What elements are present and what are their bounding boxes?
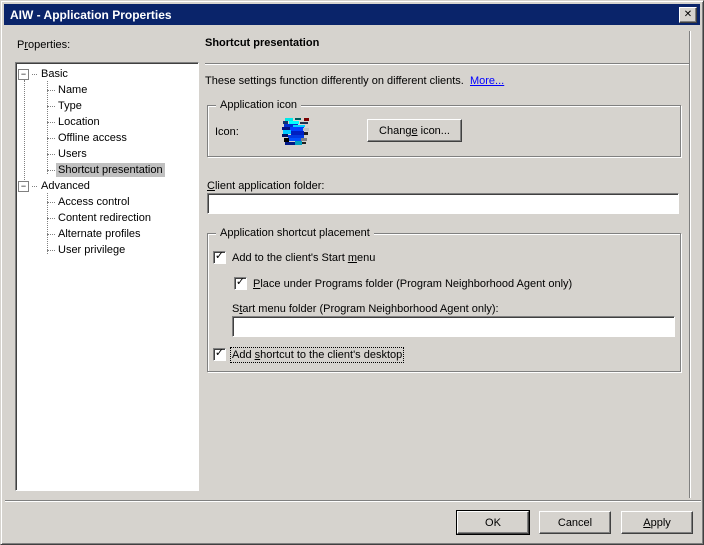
sidebar-item-advanced[interactable]: − Advanced bbox=[16, 178, 198, 194]
tree-dash bbox=[47, 138, 55, 139]
client-folder-field bbox=[207, 193, 679, 214]
sidebar-item-location[interactable]: Location bbox=[16, 114, 198, 130]
tree-dash bbox=[47, 202, 55, 203]
start-menu-folder-field bbox=[232, 316, 675, 337]
placement-group-title: Application shortcut placement bbox=[216, 227, 374, 239]
footer-divider bbox=[5, 500, 701, 502]
checkbox-place-under-programs[interactable]: ✓ Place under Programs folder (Program N… bbox=[234, 277, 572, 290]
checkbox-add-desktop-shortcut[interactable]: ✓ Add shortcut to the client's desktop bbox=[213, 348, 402, 361]
start-menu-folder-input[interactable] bbox=[234, 318, 673, 335]
client-folder-label: Client application folder: bbox=[207, 180, 324, 192]
properties-tree[interactable]: − Basic Name Type Location Offline acces… bbox=[15, 62, 199, 491]
sidebar-item-offline-access[interactable]: Offline access bbox=[16, 130, 198, 146]
apply-button[interactable]: Apply bbox=[621, 511, 693, 534]
icon-label: Icon: bbox=[215, 126, 239, 138]
client-folder-input[interactable] bbox=[209, 195, 677, 212]
application-properties-dialog: AIW - Application Properties ✕ Propertie… bbox=[0, 0, 704, 545]
sidebar-item-content-redirection[interactable]: Content redirection bbox=[16, 210, 198, 226]
tree-dash bbox=[47, 154, 55, 155]
sidebar-item-alternate-profiles[interactable]: Alternate profiles bbox=[16, 226, 198, 242]
tree-dash bbox=[47, 234, 55, 235]
window-title: AIW - Application Properties bbox=[10, 8, 679, 22]
tree-dash bbox=[47, 170, 55, 171]
panel-edge-divider bbox=[689, 31, 691, 498]
tree-dash bbox=[47, 122, 55, 123]
collapse-expander-icon[interactable]: − bbox=[18, 69, 29, 80]
sidebar-item-shortcut-presentation[interactable]: Shortcut presentation bbox=[16, 162, 198, 178]
sidebar-item-users[interactable]: Users bbox=[16, 146, 198, 162]
tree-dash bbox=[47, 250, 55, 251]
sidebar-item-access-control[interactable]: Access control bbox=[16, 194, 198, 210]
cancel-button[interactable]: Cancel bbox=[539, 511, 611, 534]
application-icon-group-title: Application icon bbox=[216, 99, 301, 111]
checkbox-place-under-programs-label: Place under Programs folder (Program Nei… bbox=[253, 278, 572, 290]
tree-dash bbox=[47, 106, 55, 107]
more-link[interactable]: More... bbox=[470, 75, 504, 87]
checkbox-checked-icon[interactable]: ✓ bbox=[213, 251, 226, 264]
checkbox-add-start-menu[interactable]: ✓ Add to the client's Start menu bbox=[213, 251, 375, 264]
checkbox-add-desktop-shortcut-label: Add shortcut to the client's desktop bbox=[232, 349, 402, 361]
checkbox-checked-icon[interactable]: ✓ bbox=[234, 277, 247, 290]
sidebar-item-type[interactable]: Type bbox=[16, 98, 198, 114]
application-icon bbox=[281, 117, 311, 147]
sidebar-item-basic[interactable]: − Basic bbox=[16, 66, 198, 82]
checkbox-add-start-menu-label: Add to the client's Start menu bbox=[232, 252, 375, 264]
collapse-expander-icon[interactable]: − bbox=[18, 181, 29, 192]
settings-note: These settings function differently on d… bbox=[205, 75, 504, 87]
header-divider bbox=[205, 63, 689, 65]
close-icon: ✕ bbox=[684, 10, 692, 20]
page-title: Shortcut presentation bbox=[205, 37, 319, 49]
tree-dash bbox=[32, 74, 37, 75]
sidebar-item-user-privilege[interactable]: User privilege bbox=[16, 242, 198, 258]
ok-button[interactable]: OK bbox=[457, 511, 529, 534]
checkbox-checked-icon[interactable]: ✓ bbox=[213, 348, 226, 361]
change-icon-button[interactable]: Change icon... bbox=[367, 119, 462, 142]
tree-dash bbox=[32, 186, 37, 187]
window-titlebar[interactable]: AIW - Application Properties ✕ bbox=[4, 4, 700, 25]
start-menu-folder-label: Start menu folder (Program Neighborhood … bbox=[232, 303, 499, 315]
properties-label: Properties: bbox=[17, 39, 70, 51]
tree-dash bbox=[47, 90, 55, 91]
sidebar-item-name[interactable]: Name bbox=[16, 82, 198, 98]
close-button[interactable]: ✕ bbox=[679, 7, 697, 23]
tree-dash bbox=[47, 218, 55, 219]
